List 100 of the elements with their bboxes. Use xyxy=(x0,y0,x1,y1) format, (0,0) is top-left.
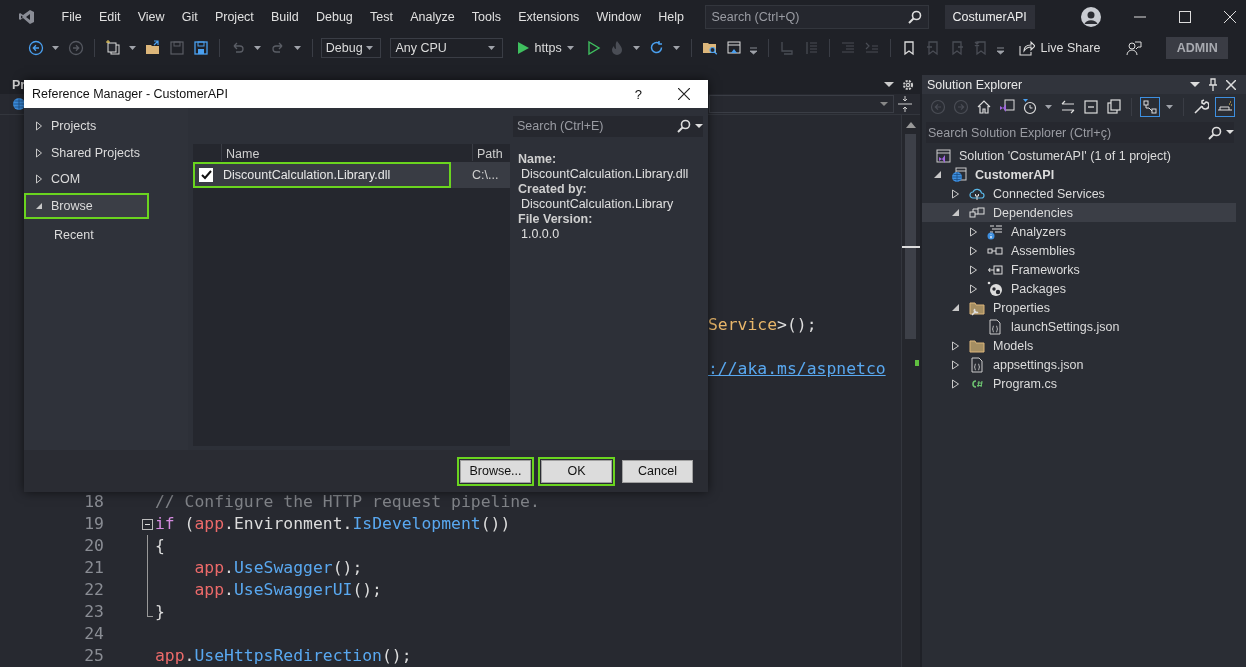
menu-item[interactable]: Window xyxy=(587,9,650,24)
expanded-icon[interactable] xyxy=(932,170,942,179)
collapsed-icon[interactable] xyxy=(950,340,960,351)
configuration-dropdown[interactable]: Debug xyxy=(320,38,382,58)
collapsed-icon[interactable] xyxy=(968,283,978,294)
search-field[interactable]: Search Solution Explorer (Ctrl+ç) xyxy=(926,122,1234,143)
menu-item[interactable]: Tools xyxy=(463,9,510,24)
help-button[interactable]: ? xyxy=(634,86,642,102)
category-item[interactable]: Shared Projects xyxy=(24,139,188,166)
caret-icon xyxy=(880,101,888,107)
search-field[interactable]: Search (Ctrl+Q) xyxy=(704,4,929,29)
collapsed-icon[interactable] xyxy=(968,245,978,256)
tree-item[interactable]: Properties xyxy=(922,298,1236,317)
platform-dropdown[interactable]: Any CPU xyxy=(390,38,503,58)
maximize-icon[interactable] xyxy=(1178,10,1191,23)
app-logo-icon[interactable] xyxy=(19,8,35,25)
menu-item[interactable]: View xyxy=(129,9,174,24)
menu-item[interactable]: Analyze xyxy=(401,9,464,24)
column-header[interactable]: Name xyxy=(221,144,472,161)
copy-icon[interactable] xyxy=(1106,99,1122,115)
tree-item[interactable]: Program.cs xyxy=(922,374,1236,393)
preview-icon[interactable] xyxy=(1215,97,1235,117)
tree-item[interactable]: Frameworks xyxy=(922,260,1236,279)
menu-item[interactable]: Help xyxy=(649,9,693,24)
menu-item[interactable]: Git xyxy=(173,9,207,24)
collapsed-icon[interactable] xyxy=(968,264,978,275)
save-all-icon[interactable] xyxy=(192,40,209,56)
category-item[interactable]: Browse xyxy=(24,192,149,219)
pin-icon[interactable] xyxy=(1208,78,1218,91)
live-share-button[interactable]: Live Share xyxy=(1014,40,1105,56)
scrollbar-thumb[interactable] xyxy=(905,134,916,339)
collapsed-icon[interactable] xyxy=(950,188,960,199)
collapsed-icon[interactable] xyxy=(950,359,960,370)
settings-icon[interactable] xyxy=(902,78,914,91)
collapsed-icon[interactable] xyxy=(968,226,978,237)
menu-item[interactable]: Edit xyxy=(90,9,130,24)
menu-item[interactable]: Debug xyxy=(307,9,362,24)
code-line: if (app.Environment.IsDevelopment()) xyxy=(155,512,511,535)
split-icon[interactable] xyxy=(898,96,912,112)
tree-item[interactable]: Assemblies xyxy=(922,241,1236,260)
collapsed-icon[interactable] xyxy=(35,121,43,132)
line-number: 22 xyxy=(83,579,104,602)
document-tab[interactable]: Pr xyxy=(0,77,26,92)
scrollbar[interactable] xyxy=(901,115,920,667)
column-header[interactable]: Path xyxy=(472,144,510,161)
tree-item[interactable]: Analyzers xyxy=(922,222,1236,241)
collapse-all-icon[interactable] xyxy=(1083,99,1099,115)
open-folder-icon[interactable] xyxy=(144,40,161,56)
scroll-up-icon[interactable] xyxy=(906,122,916,128)
dropdown-icon[interactable] xyxy=(695,123,703,129)
tree-item[interactable]: Connected Services xyxy=(922,184,1236,203)
collapsed-icon[interactable] xyxy=(35,147,43,158)
menu-item[interactable]: Project xyxy=(206,9,263,24)
refresh-icon[interactable] xyxy=(648,40,665,56)
expanded-icon[interactable] xyxy=(950,303,960,312)
collapsed-icon[interactable] xyxy=(35,174,43,185)
run-button[interactable]: https xyxy=(511,41,579,55)
caret-icon xyxy=(566,45,575,51)
tree-item[interactable]: launchSettings.json xyxy=(922,317,1236,336)
expanded-icon[interactable] xyxy=(950,208,960,217)
dropdown-icon[interactable] xyxy=(1226,130,1234,135)
account-button[interactable]: ADMIN xyxy=(1166,37,1228,59)
feedback-icon[interactable] xyxy=(1126,40,1143,56)
sync-icon[interactable] xyxy=(1060,99,1076,115)
category-item[interactable]: COM xyxy=(24,166,188,193)
tree-item[interactable]: Models xyxy=(922,336,1236,355)
collapsed-icon[interactable] xyxy=(950,378,960,389)
menu-item[interactable]: File xyxy=(53,9,91,24)
dropdown-icon[interactable] xyxy=(884,81,894,88)
dropdown-icon[interactable] xyxy=(1190,81,1200,88)
tree-view-icon[interactable] xyxy=(1140,97,1160,117)
tree-item[interactable]: appsettings.json xyxy=(922,355,1236,374)
tree-item[interactable]: CustomerAPI xyxy=(922,165,1236,184)
new-item-icon[interactable] xyxy=(104,40,121,56)
code-line: app.UseSwagger(); xyxy=(193,557,363,580)
checkbox[interactable] xyxy=(199,168,213,182)
analyzers-icon xyxy=(987,223,1003,240)
json-file-icon xyxy=(969,356,985,373)
close-icon[interactable] xyxy=(678,88,690,100)
home-icon[interactable] xyxy=(976,99,992,115)
expanded-icon[interactable] xyxy=(35,201,43,210)
caret-icon xyxy=(366,45,375,51)
tree-item[interactable]: Packages xyxy=(922,279,1236,298)
tree-item[interactable]: Dependencies xyxy=(922,203,1236,222)
search-field[interactable]: Search (Ctrl+E) xyxy=(513,115,703,137)
history-icon[interactable] xyxy=(1022,99,1038,115)
tree-item[interactable]: Solution 'CostumerAPI' (1 of 1 project) xyxy=(922,146,1236,165)
folder-search-icon[interactable] xyxy=(701,40,718,56)
menu-item[interactable]: Test xyxy=(361,9,402,24)
category-item[interactable]: Projects xyxy=(24,113,188,140)
collapse-icon[interactable] xyxy=(142,518,153,530)
category-item[interactable]: Recent xyxy=(24,222,188,249)
table-row[interactable]: DiscountCalculation.Library.dll C:\... xyxy=(193,162,510,188)
window-icon[interactable] xyxy=(725,40,742,56)
wrench-icon[interactable] xyxy=(1193,99,1209,115)
menu-item[interactable]: Build xyxy=(262,9,308,24)
menu-item[interactable]: Extensions xyxy=(509,9,588,24)
dialog-button[interactable]: OK xyxy=(538,456,615,486)
dialog-button[interactable]: Browse... xyxy=(457,456,534,486)
avatar-icon[interactable] xyxy=(1080,6,1101,27)
